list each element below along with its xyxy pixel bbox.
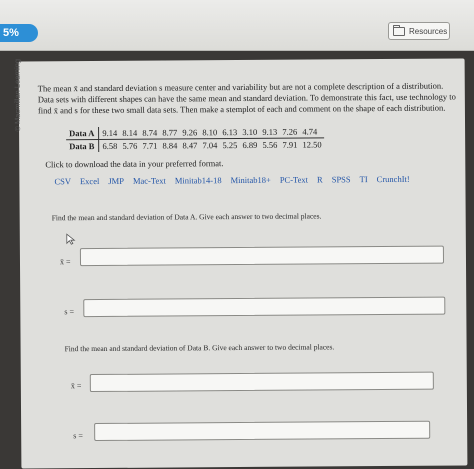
row-label: Data A xyxy=(66,127,99,140)
sd-a-label: s = xyxy=(64,307,74,317)
download-spss-link[interactable]: SPSS xyxy=(332,174,351,184)
problem-statement: The mean x̄ and standard deviation s mea… xyxy=(37,80,456,116)
download-excel-link[interactable]: Excel xyxy=(80,176,99,186)
download-csv-link[interactable]: CSV xyxy=(54,176,71,186)
row-values: 6.58 5.76 7.71 8.84 8.47 7.04 5.25 6.89 … xyxy=(102,139,322,151)
download-format-links: CSV Excel JMP Mac-Text Minitab14-18 Mini… xyxy=(54,174,409,186)
sd-a-input[interactable] xyxy=(83,296,446,318)
mean-b-input[interactable] xyxy=(89,371,434,393)
copyright-watermark: © Macmillan Learning xyxy=(12,58,23,132)
question-data-b: Find the mean and standard deviation of … xyxy=(64,342,335,354)
sd-b-input[interactable] xyxy=(94,420,431,442)
download-mac-text-link[interactable]: Mac-Text xyxy=(133,176,166,186)
top-toolbar: 5% Resources xyxy=(0,0,474,51)
download-prompt: Click to download the data in your prefe… xyxy=(45,158,224,170)
download-minitab18-link[interactable]: Minitab18+ xyxy=(231,175,271,185)
data-table: Data A 9.14 8.14 8.74 8.77 9.26 8.10 6.1… xyxy=(66,125,325,153)
mean-b-label: x̄ = xyxy=(70,381,82,391)
row-label: Data B xyxy=(66,139,99,153)
mouse-cursor-icon xyxy=(66,233,76,245)
sd-b-label: s = xyxy=(73,431,83,441)
question-data-a: Find the mean and standard deviation of … xyxy=(51,211,322,223)
folder-icon xyxy=(393,24,405,36)
table-row: Data B 6.58 5.76 7.71 8.84 8.47 7.04 5.2… xyxy=(66,138,324,153)
download-jmp-link[interactable]: JMP xyxy=(108,176,124,186)
mean-a-label: x̄ = xyxy=(59,257,71,267)
download-minitab14-link[interactable]: Minitab14-18 xyxy=(175,175,222,185)
download-r-link[interactable]: R xyxy=(317,174,323,184)
progress-indicator: 5% xyxy=(0,24,38,42)
mean-a-input[interactable] xyxy=(79,245,445,267)
download-crunchit-link[interactable]: CrunchIt! xyxy=(377,174,410,184)
resources-label: Resources xyxy=(409,26,448,36)
resources-button[interactable]: Resources xyxy=(388,22,450,40)
download-pc-text-link[interactable]: PC-Text xyxy=(280,175,308,185)
download-ti-link[interactable]: TI xyxy=(360,174,368,184)
question-panel: © Macmillan Learning The mean x̄ and sta… xyxy=(13,58,468,469)
